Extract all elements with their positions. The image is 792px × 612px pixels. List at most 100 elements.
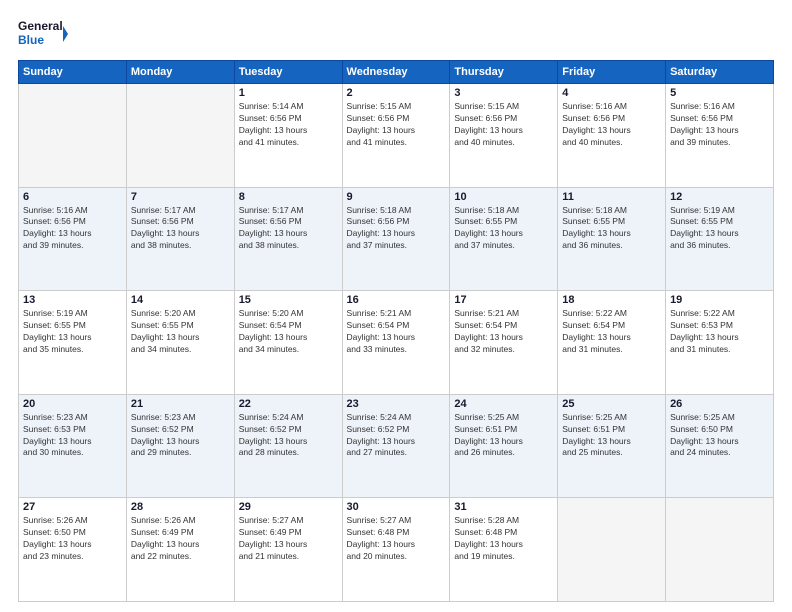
- calendar-cell: 8 Sunrise: 5:17 AM Sunset: 6:56 PM Daylig…: [234, 187, 342, 291]
- svg-text:Blue: Blue: [18, 33, 44, 47]
- calendar-header-row: SundayMondayTuesdayWednesdayThursdayFrid…: [19, 61, 774, 84]
- day-number: 29: [239, 501, 338, 513]
- calendar-cell: 30Sunrise: 5:27 AM Sunset: 6:48 PM Dayli…: [342, 498, 450, 602]
- day-info: Sunrise: 5:19 AM Sunset: 6:55 PM Dayligh…: [23, 308, 122, 356]
- day-number: 4: [562, 87, 661, 99]
- page-header: General Blue: [18, 16, 774, 52]
- day-info: Sunrise: 5:21 AM Sunset: 6:54 PM Dayligh…: [347, 308, 446, 356]
- day-number: 10: [454, 191, 553, 203]
- day-info: Sunrise: 5:27 AM Sunset: 6:49 PM Dayligh…: [239, 515, 338, 563]
- calendar-cell: 7 Sunrise: 5:17 AM Sunset: 6:56 PM Daylig…: [126, 187, 234, 291]
- calendar-cell: 11 Sunrise: 5:18 AM Sunset: 6:55 PM Dayli…: [558, 187, 666, 291]
- day-info: Sunrise: 5:16 AM Sunset: 6:56 PM Dayligh…: [670, 101, 769, 149]
- day-info: Sunrise: 5:15 AM Sunset: 6:56 PM Dayligh…: [454, 101, 553, 149]
- calendar-cell: 19 Sunrise: 5:22 AM Sunset: 6:53 PM Dayli…: [666, 291, 774, 395]
- calendar-cell: 2Sunrise: 5:15 AM Sunset: 6:56 PM Daylig…: [342, 84, 450, 188]
- day-info: Sunrise: 5:21 AM Sunset: 6:54 PM Dayligh…: [454, 308, 553, 356]
- day-number: 12: [670, 191, 769, 203]
- day-number: 13: [23, 294, 122, 306]
- day-number: 25: [562, 398, 661, 410]
- calendar-cell: 9 Sunrise: 5:18 AM Sunset: 6:56 PM Daylig…: [342, 187, 450, 291]
- day-number: 7: [131, 191, 230, 203]
- calendar-cell: [666, 498, 774, 602]
- day-number: 24: [454, 398, 553, 410]
- calendar-cell: [19, 84, 127, 188]
- day-number: 8: [239, 191, 338, 203]
- logo-icon: General Blue: [18, 16, 68, 52]
- day-number: 17: [454, 294, 553, 306]
- day-number: 26: [670, 398, 769, 410]
- day-number: 11: [562, 191, 661, 203]
- day-info: Sunrise: 5:17 AM Sunset: 6:56 PM Dayligh…: [239, 205, 338, 253]
- calendar-table: SundayMondayTuesdayWednesdayThursdayFrid…: [18, 60, 774, 602]
- day-header-thursday: Thursday: [450, 61, 558, 84]
- calendar-cell: 28 Sunrise: 5:26 AM Sunset: 6:49 PM Dayli…: [126, 498, 234, 602]
- day-header-sunday: Sunday: [19, 61, 127, 84]
- day-info: Sunrise: 5:18 AM Sunset: 6:55 PM Dayligh…: [562, 205, 661, 253]
- day-number: 22: [239, 398, 338, 410]
- calendar-cell: 12 Sunrise: 5:19 AM Sunset: 6:55 PM Dayli…: [666, 187, 774, 291]
- day-number: 20: [23, 398, 122, 410]
- calendar-cell: 26 Sunrise: 5:25 AM Sunset: 6:50 PM Dayli…: [666, 394, 774, 498]
- day-info: Sunrise: 5:26 AM Sunset: 6:49 PM Dayligh…: [131, 515, 230, 563]
- calendar-cell: 15 Sunrise: 5:20 AM Sunset: 6:54 PM Dayli…: [234, 291, 342, 395]
- calendar-cell: 22 Sunrise: 5:24 AM Sunset: 6:52 PM Dayli…: [234, 394, 342, 498]
- day-header-monday: Monday: [126, 61, 234, 84]
- logo: General Blue: [18, 16, 68, 52]
- calendar-cell: [558, 498, 666, 602]
- day-info: Sunrise: 5:22 AM Sunset: 6:54 PM Dayligh…: [562, 308, 661, 356]
- day-number: 23: [347, 398, 446, 410]
- day-info: Sunrise: 5:25 AM Sunset: 6:51 PM Dayligh…: [562, 412, 661, 460]
- day-number: 14: [131, 294, 230, 306]
- calendar-cell: 21 Sunrise: 5:23 AM Sunset: 6:52 PM Dayli…: [126, 394, 234, 498]
- day-number: 31: [454, 501, 553, 513]
- day-number: 6: [23, 191, 122, 203]
- day-number: 2: [347, 87, 446, 99]
- calendar-cell: 17 Sunrise: 5:21 AM Sunset: 6:54 PM Dayli…: [450, 291, 558, 395]
- day-info: Sunrise: 5:22 AM Sunset: 6:53 PM Dayligh…: [670, 308, 769, 356]
- day-number: 19: [670, 294, 769, 306]
- calendar-cell: 1 Sunrise: 5:14 AM Sunset: 6:56 PM Daylig…: [234, 84, 342, 188]
- day-info: Sunrise: 5:25 AM Sunset: 6:50 PM Dayligh…: [670, 412, 769, 460]
- day-info: Sunrise: 5:16 AM Sunset: 6:56 PM Dayligh…: [23, 205, 122, 253]
- calendar-cell: 24 Sunrise: 5:25 AM Sunset: 6:51 PM Dayli…: [450, 394, 558, 498]
- day-number: 30: [347, 501, 446, 513]
- day-number: 27: [23, 501, 122, 513]
- day-number: 5: [670, 87, 769, 99]
- calendar-cell: 25 Sunrise: 5:25 AM Sunset: 6:51 PM Dayli…: [558, 394, 666, 498]
- calendar-cell: 16 Sunrise: 5:21 AM Sunset: 6:54 PM Dayli…: [342, 291, 450, 395]
- day-info: Sunrise: 5:23 AM Sunset: 6:52 PM Dayligh…: [131, 412, 230, 460]
- calendar-cell: 23Sunrise: 5:24 AM Sunset: 6:52 PM Dayli…: [342, 394, 450, 498]
- day-info: Sunrise: 5:17 AM Sunset: 6:56 PM Dayligh…: [131, 205, 230, 253]
- day-info: Sunrise: 5:18 AM Sunset: 6:56 PM Dayligh…: [347, 205, 446, 253]
- day-info: Sunrise: 5:18 AM Sunset: 6:55 PM Dayligh…: [454, 205, 553, 253]
- calendar-cell: 31 Sunrise: 5:28 AM Sunset: 6:48 PM Dayli…: [450, 498, 558, 602]
- day-info: Sunrise: 5:16 AM Sunset: 6:56 PM Dayligh…: [562, 101, 661, 149]
- day-number: 3: [454, 87, 553, 99]
- day-info: Sunrise: 5:25 AM Sunset: 6:51 PM Dayligh…: [454, 412, 553, 460]
- day-number: 18: [562, 294, 661, 306]
- day-header-saturday: Saturday: [666, 61, 774, 84]
- day-info: Sunrise: 5:28 AM Sunset: 6:48 PM Dayligh…: [454, 515, 553, 563]
- day-number: 1: [239, 87, 338, 99]
- day-number: 16: [347, 294, 446, 306]
- calendar-cell: 10 Sunrise: 5:18 AM Sunset: 6:55 PM Dayli…: [450, 187, 558, 291]
- day-info: Sunrise: 5:20 AM Sunset: 6:54 PM Dayligh…: [239, 308, 338, 356]
- calendar-cell: 4 Sunrise: 5:16 AM Sunset: 6:56 PM Daylig…: [558, 84, 666, 188]
- calendar-cell: 14 Sunrise: 5:20 AM Sunset: 6:55 PM Dayli…: [126, 291, 234, 395]
- day-info: Sunrise: 5:20 AM Sunset: 6:55 PM Dayligh…: [131, 308, 230, 356]
- calendar-cell: 13 Sunrise: 5:19 AM Sunset: 6:55 PM Dayli…: [19, 291, 127, 395]
- day-info: Sunrise: 5:19 AM Sunset: 6:55 PM Dayligh…: [670, 205, 769, 253]
- day-header-wednesday: Wednesday: [342, 61, 450, 84]
- calendar-cell: 5 Sunrise: 5:16 AM Sunset: 6:56 PM Daylig…: [666, 84, 774, 188]
- day-info: Sunrise: 5:23 AM Sunset: 6:53 PM Dayligh…: [23, 412, 122, 460]
- day-number: 21: [131, 398, 230, 410]
- day-number: 15: [239, 294, 338, 306]
- day-info: Sunrise: 5:14 AM Sunset: 6:56 PM Dayligh…: [239, 101, 338, 149]
- calendar-cell: [126, 84, 234, 188]
- day-info: Sunrise: 5:26 AM Sunset: 6:50 PM Dayligh…: [23, 515, 122, 563]
- day-number: 9: [347, 191, 446, 203]
- day-info: Sunrise: 5:24 AM Sunset: 6:52 PM Dayligh…: [239, 412, 338, 460]
- day-number: 28: [131, 501, 230, 513]
- calendar-body: 1 Sunrise: 5:14 AM Sunset: 6:56 PM Daylig…: [19, 84, 774, 602]
